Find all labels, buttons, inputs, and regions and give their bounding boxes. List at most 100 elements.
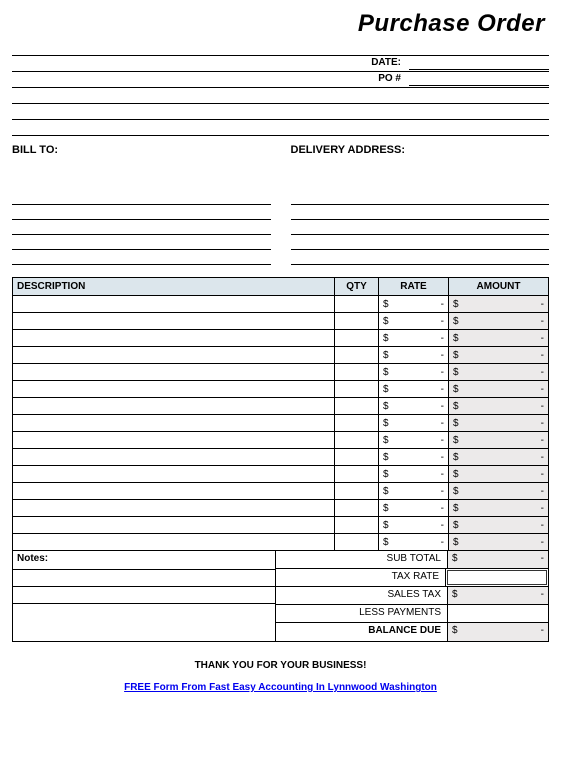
page-title: Purchase Order: [12, 10, 549, 38]
amount-cell: $-: [449, 534, 549, 551]
amount-cell: $-: [449, 296, 549, 313]
qty-cell[interactable]: [335, 483, 379, 500]
rate-cell[interactable]: $-: [379, 500, 449, 517]
delivery-line[interactable]: [291, 235, 550, 250]
salestax-value: $-: [448, 587, 548, 604]
notes-line[interactable]: [13, 603, 275, 620]
desc-cell[interactable]: [13, 466, 335, 483]
desc-cell[interactable]: [13, 313, 335, 330]
qty-cell[interactable]: [335, 534, 379, 551]
col-description: DESCRIPTION: [13, 278, 335, 296]
rate-cell[interactable]: $-: [379, 398, 449, 415]
delivery-line[interactable]: [291, 220, 550, 235]
col-qty: QTY: [335, 278, 379, 296]
desc-cell[interactable]: [13, 364, 335, 381]
date-field[interactable]: [409, 54, 549, 70]
amount-cell: $-: [449, 364, 549, 381]
table-row: $-$-: [13, 483, 549, 500]
qty-cell[interactable]: [335, 330, 379, 347]
amount-cell: $-: [449, 381, 549, 398]
table-row: $-$-: [13, 432, 549, 449]
taxrate-label: TAX RATE: [276, 569, 446, 586]
desc-cell[interactable]: [13, 330, 335, 347]
desc-cell[interactable]: [13, 500, 335, 517]
qty-cell[interactable]: [335, 313, 379, 330]
table-row: $-$-: [13, 381, 549, 398]
desc-cell[interactable]: [13, 449, 335, 466]
amount-cell: $-: [449, 313, 549, 330]
rate-cell[interactable]: $-: [379, 347, 449, 364]
taxrate-input[interactable]: [447, 570, 547, 585]
amount-cell: $-: [449, 483, 549, 500]
bill-to-line[interactable]: [12, 205, 271, 220]
table-row: $-$-: [13, 313, 549, 330]
desc-cell[interactable]: [13, 347, 335, 364]
thank-you-text: THANK YOU FOR YOUR BUSINESS!: [12, 660, 549, 671]
table-row: $-$-: [13, 296, 549, 313]
header-line: [12, 88, 549, 104]
subtotal-label: SUB TOTAL: [276, 551, 448, 568]
salestax-label: SALES TAX: [276, 587, 448, 604]
desc-cell[interactable]: [13, 534, 335, 551]
qty-cell[interactable]: [335, 347, 379, 364]
bill-to-line[interactable]: [12, 250, 271, 265]
notes-line[interactable]: [13, 586, 275, 603]
notes-line[interactable]: [13, 569, 275, 586]
notes-label: Notes:: [13, 551, 275, 569]
amount-cell: $-: [449, 330, 549, 347]
qty-cell[interactable]: [335, 466, 379, 483]
rate-cell[interactable]: $-: [379, 466, 449, 483]
rate-cell[interactable]: $-: [379, 483, 449, 500]
table-row: $-$-: [13, 466, 549, 483]
balancedue-label: BALANCE DUE: [276, 623, 448, 641]
qty-cell[interactable]: [335, 364, 379, 381]
qty-cell[interactable]: [335, 500, 379, 517]
subtotal-value: $-: [448, 551, 548, 568]
qty-cell[interactable]: [335, 296, 379, 313]
col-amount: AMOUNT: [449, 278, 549, 296]
desc-cell[interactable]: [13, 432, 335, 449]
footer-link[interactable]: FREE Form From Fast Easy Accounting In L…: [124, 682, 437, 693]
lesspayments-value[interactable]: [448, 605, 548, 622]
delivery-line[interactable]: [291, 205, 550, 220]
desc-cell[interactable]: [13, 398, 335, 415]
table-row: $-$-: [13, 398, 549, 415]
header-line: [12, 120, 549, 136]
table-row: $-$-: [13, 330, 549, 347]
amount-cell: $-: [449, 500, 549, 517]
desc-cell[interactable]: [13, 517, 335, 534]
desc-cell[interactable]: [13, 381, 335, 398]
qty-cell[interactable]: [335, 449, 379, 466]
bill-to-line[interactable]: [12, 190, 271, 205]
amount-cell: $-: [449, 466, 549, 483]
rate-cell[interactable]: $-: [379, 449, 449, 466]
po-field[interactable]: [409, 70, 549, 86]
rate-cell[interactable]: $-: [379, 296, 449, 313]
rate-cell[interactable]: $-: [379, 313, 449, 330]
desc-cell[interactable]: [13, 483, 335, 500]
qty-cell[interactable]: [335, 517, 379, 534]
delivery-line[interactable]: [291, 190, 550, 205]
bill-to-line[interactable]: [12, 220, 271, 235]
rate-cell[interactable]: $-: [379, 364, 449, 381]
qty-cell[interactable]: [335, 381, 379, 398]
rate-cell[interactable]: $-: [379, 517, 449, 534]
rate-cell[interactable]: $-: [379, 415, 449, 432]
qty-cell[interactable]: [335, 398, 379, 415]
qty-cell[interactable]: [335, 415, 379, 432]
rate-cell[interactable]: $-: [379, 432, 449, 449]
top-header: DATE: PO #: [12, 40, 549, 136]
bottom-section: Notes: SUB TOTAL $- TAX RATE SALES TAX $…: [12, 551, 549, 642]
bill-to-line[interactable]: [12, 235, 271, 250]
line-items-table: DESCRIPTION QTY RATE AMOUNT $-$-$-$-$-$-…: [12, 277, 549, 551]
bill-to-label: BILL TO:: [12, 140, 271, 162]
rate-cell[interactable]: $-: [379, 534, 449, 551]
delivery-line[interactable]: [291, 250, 550, 265]
rate-cell[interactable]: $-: [379, 330, 449, 347]
amount-cell: $-: [449, 449, 549, 466]
desc-cell[interactable]: [13, 296, 335, 313]
desc-cell[interactable]: [13, 415, 335, 432]
qty-cell[interactable]: [335, 432, 379, 449]
po-label: PO #: [349, 73, 409, 84]
rate-cell[interactable]: $-: [379, 381, 449, 398]
